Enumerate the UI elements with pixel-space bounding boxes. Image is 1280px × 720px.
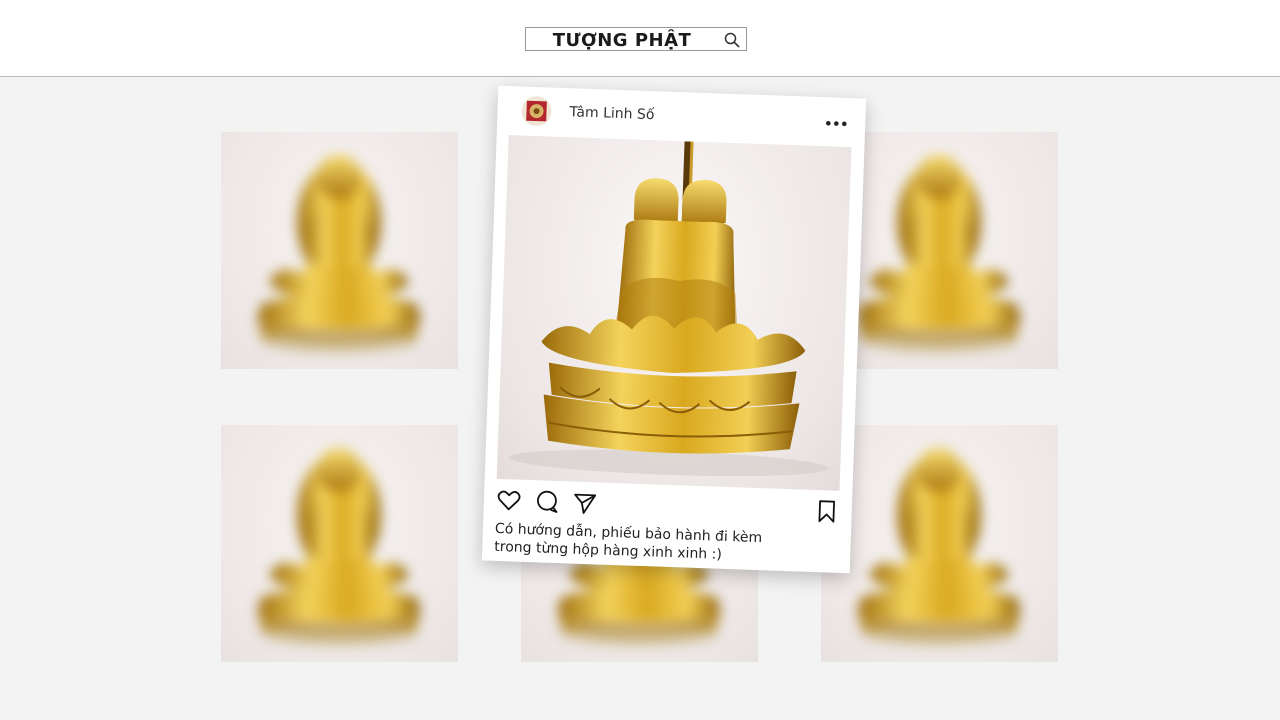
search-icon[interactable] (723, 31, 741, 49)
post-username[interactable]: Tâm Linh Số (569, 104, 654, 123)
more-dots-icon[interactable] (825, 119, 847, 128)
gallery-tile[interactable] (221, 132, 458, 369)
heart-icon[interactable] (495, 487, 522, 514)
send-icon[interactable] (571, 490, 598, 517)
bookmark-icon[interactable] (813, 498, 840, 525)
statue-image (508, 141, 829, 477)
search-query: TƯỢNG PHẬT (552, 30, 692, 51)
statue-image (221, 132, 458, 369)
search-box[interactable]: TƯỢNG PHẬT (525, 27, 747, 51)
statue-image (821, 425, 1058, 662)
top-bar: TƯỢNG PHẬT (0, 0, 1280, 77)
statue-image (221, 425, 458, 662)
logo-icon (521, 96, 552, 127)
gallery-tile[interactable] (221, 425, 458, 662)
avatar[interactable] (521, 96, 552, 127)
post-actions (495, 487, 839, 525)
post-caption: Có hướng dẫn, phiếu bảo hành đi kèm tron… (494, 520, 795, 566)
comment-icon[interactable] (533, 488, 560, 515)
gallery-tile[interactable] (821, 425, 1058, 662)
instagram-post-card: Tâm Linh Số Có hướng dẫn, phiếu bảo hành… (481, 85, 867, 574)
post-photo[interactable] (496, 135, 852, 491)
